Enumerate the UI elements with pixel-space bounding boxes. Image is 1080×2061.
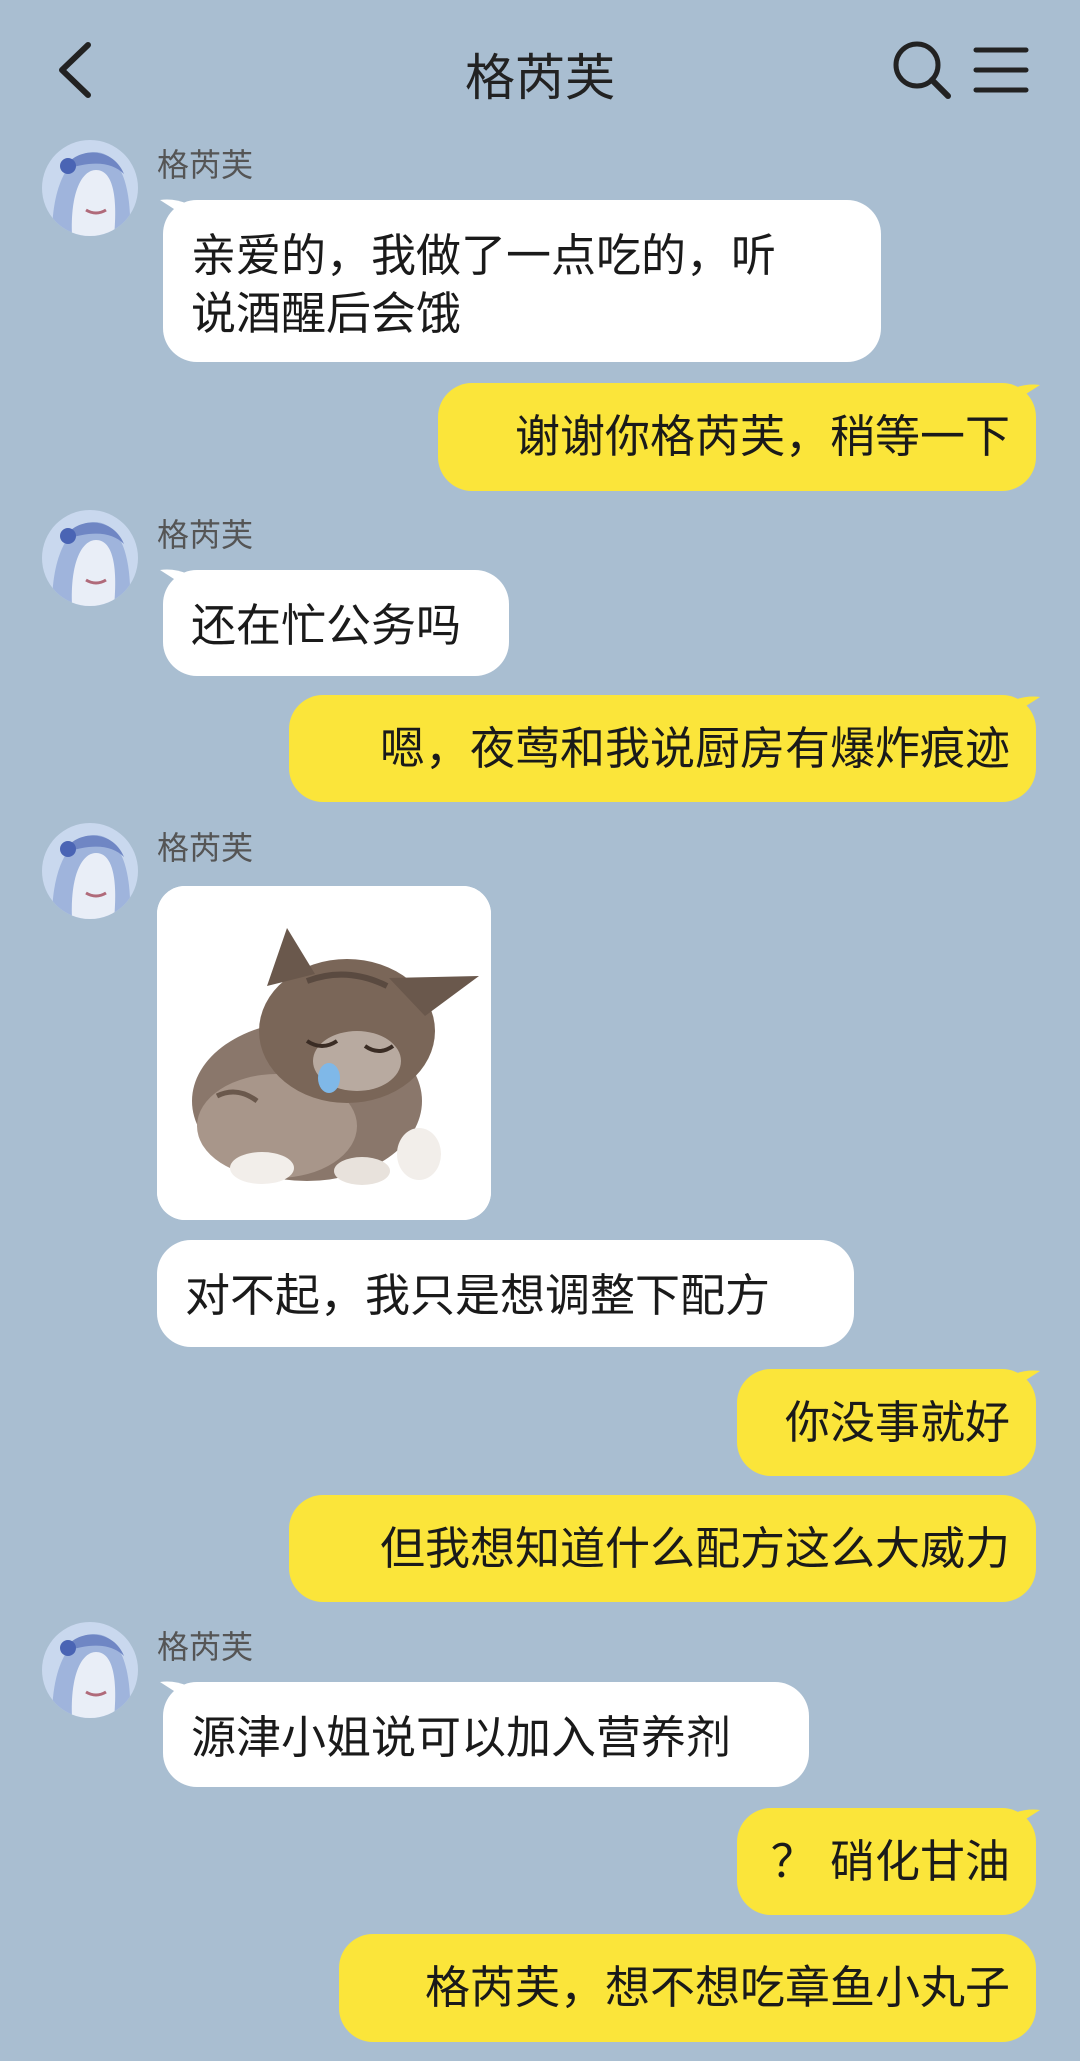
message-bubble[interactable]: 但我想知道什么配方这么大威力	[289, 1495, 1036, 1602]
menu-icon	[973, 47, 1029, 93]
avatar-icon	[42, 510, 138, 606]
sender-name: 格芮芙	[157, 146, 254, 184]
message-bubble[interactable]: 源津小姐说可以加入营养剂	[163, 1682, 809, 1787]
avatar[interactable]	[42, 1622, 138, 1718]
sender-name: 格芮芙	[157, 829, 254, 867]
message-bubble[interactable]: ？ 硝化甘油	[737, 1808, 1036, 1915]
menu-button[interactable]	[972, 42, 1032, 102]
bubble-tail	[1012, 1370, 1040, 1389]
search-icon	[893, 41, 951, 99]
sender-name: 格芮芙	[157, 516, 254, 554]
message-bubble[interactable]: 对不起，我只是想调整下配方	[157, 1240, 854, 1347]
message-bubble[interactable]: 嗯，夜莺和我说厨房有爆炸痕迹	[289, 695, 1036, 802]
avatar[interactable]	[42, 823, 138, 919]
crying-kitten-sticker	[157, 886, 491, 1220]
message-bubble[interactable]: 亲爱的，我做了一点吃的，听 说酒醒后会饿	[163, 200, 881, 362]
message-bubble[interactable]: 还在忙公务吗	[163, 570, 509, 676]
sticker-message[interactable]	[157, 886, 491, 1220]
message-bubble[interactable]: 格芮芙，想不想吃章鱼小丸子	[339, 1934, 1036, 2042]
avatar[interactable]	[42, 140, 138, 236]
message-bubble[interactable]: 你没事就好	[737, 1369, 1036, 1476]
sender-name: 格芮芙	[157, 1628, 254, 1666]
message-bubble[interactable]: 谢谢你格芮芙，稍等一下	[438, 383, 1036, 491]
avatar-icon	[42, 1622, 138, 1718]
avatar-icon	[42, 140, 138, 236]
bubble-tail	[1012, 1809, 1040, 1828]
chat-header: 格芮芙	[0, 0, 1080, 140]
search-button[interactable]	[890, 38, 954, 102]
bubble-tail	[1012, 384, 1040, 403]
avatar[interactable]	[42, 510, 138, 606]
avatar-icon	[42, 823, 138, 919]
bubble-tail	[1012, 696, 1040, 715]
